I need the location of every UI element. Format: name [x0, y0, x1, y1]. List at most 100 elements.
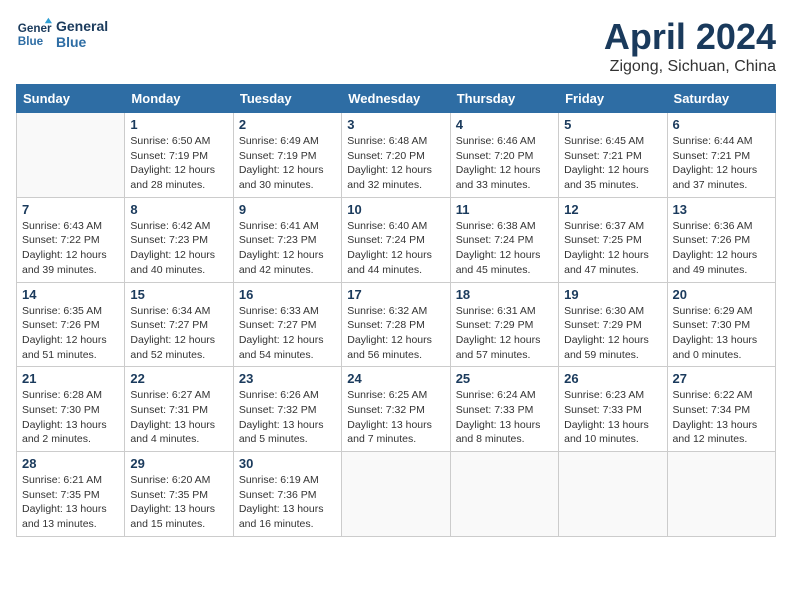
day-info: Sunrise: 6:32 AMSunset: 7:28 PMDaylight:… — [347, 304, 444, 363]
day-info: Sunrise: 6:26 AMSunset: 7:32 PMDaylight:… — [239, 388, 336, 447]
day-info: Sunrise: 6:42 AMSunset: 7:23 PMDaylight:… — [130, 219, 227, 278]
day-cell: 3 Sunrise: 6:48 AMSunset: 7:20 PMDaylight… — [342, 113, 450, 198]
calendar-table: SundayMondayTuesdayWednesdayThursdayFrid… — [16, 84, 776, 537]
day-cell — [450, 452, 558, 537]
day-cell — [559, 452, 667, 537]
day-info: Sunrise: 6:48 AMSunset: 7:20 PMDaylight:… — [347, 134, 444, 193]
day-info: Sunrise: 6:43 AMSunset: 7:22 PMDaylight:… — [22, 219, 119, 278]
day-cell: 20 Sunrise: 6:29 AMSunset: 7:30 PMDayligh… — [667, 282, 775, 367]
day-cell: 22 Sunrise: 6:27 AMSunset: 7:31 PMDayligh… — [125, 367, 233, 452]
day-info: Sunrise: 6:49 AMSunset: 7:19 PMDaylight:… — [239, 134, 336, 193]
col-header-wednesday: Wednesday — [342, 85, 450, 113]
day-info: Sunrise: 6:25 AMSunset: 7:32 PMDaylight:… — [347, 388, 444, 447]
svg-text:General: General — [18, 22, 52, 35]
day-number: 22 — [130, 371, 227, 386]
day-number: 10 — [347, 202, 444, 217]
day-cell — [17, 113, 125, 198]
day-info: Sunrise: 6:20 AMSunset: 7:35 PMDaylight:… — [130, 473, 227, 532]
day-number: 21 — [22, 371, 119, 386]
day-cell: 12 Sunrise: 6:37 AMSunset: 7:25 PMDayligh… — [559, 197, 667, 282]
day-info: Sunrise: 6:24 AMSunset: 7:33 PMDaylight:… — [456, 388, 553, 447]
day-number: 29 — [130, 456, 227, 471]
day-cell — [667, 452, 775, 537]
week-row-4: 21 Sunrise: 6:28 AMSunset: 7:30 PMDayligh… — [17, 367, 776, 452]
day-cell: 15 Sunrise: 6:34 AMSunset: 7:27 PMDayligh… — [125, 282, 233, 367]
day-cell: 24 Sunrise: 6:25 AMSunset: 7:32 PMDayligh… — [342, 367, 450, 452]
day-number: 3 — [347, 117, 444, 132]
day-info: Sunrise: 6:27 AMSunset: 7:31 PMDaylight:… — [130, 388, 227, 447]
day-number: 1 — [130, 117, 227, 132]
day-number: 8 — [130, 202, 227, 217]
day-cell: 5 Sunrise: 6:45 AMSunset: 7:21 PMDaylight… — [559, 113, 667, 198]
col-header-monday: Monday — [125, 85, 233, 113]
logo-general: General — [56, 18, 108, 34]
day-cell: 4 Sunrise: 6:46 AMSunset: 7:20 PMDaylight… — [450, 113, 558, 198]
day-number: 16 — [239, 287, 336, 302]
day-cell: 16Sunrise: 6:33 AMSunset: 7:27 PMDayligh… — [233, 282, 341, 367]
day-cell: 17 Sunrise: 6:32 AMSunset: 7:28 PMDayligh… — [342, 282, 450, 367]
day-cell: 7 Sunrise: 6:43 AMSunset: 7:22 PMDaylight… — [17, 197, 125, 282]
day-number: 23 — [239, 371, 336, 386]
title-block: April 2024 Zigong, Sichuan, China — [604, 16, 776, 76]
day-info: Sunrise: 6:36 AMSunset: 7:26 PMDaylight:… — [673, 219, 770, 278]
day-number: 30 — [239, 456, 336, 471]
month-title: April 2024 — [604, 16, 776, 58]
col-header-tuesday: Tuesday — [233, 85, 341, 113]
day-cell: 14Sunrise: 6:35 AMSunset: 7:26 PMDayligh… — [17, 282, 125, 367]
col-header-saturday: Saturday — [667, 85, 775, 113]
day-number: 12 — [564, 202, 661, 217]
day-cell: 27Sunrise: 6:22 AMSunset: 7:34 PMDayligh… — [667, 367, 775, 452]
header-row: SundayMondayTuesdayWednesdayThursdayFrid… — [17, 85, 776, 113]
day-cell: 1Sunrise: 6:50 AMSunset: 7:19 PMDaylight… — [125, 113, 233, 198]
day-number: 7 — [22, 202, 119, 217]
day-number: 25 — [456, 371, 553, 386]
day-number: 17 — [347, 287, 444, 302]
day-cell: 21 Sunrise: 6:28 AMSunset: 7:30 PMDayligh… — [17, 367, 125, 452]
day-cell: 25 Sunrise: 6:24 AMSunset: 7:33 PMDayligh… — [450, 367, 558, 452]
day-cell: 6Sunrise: 6:44 AMSunset: 7:21 PMDaylight… — [667, 113, 775, 198]
day-number: 15 — [130, 287, 227, 302]
day-info: Sunrise: 6:44 AMSunset: 7:21 PMDaylight:… — [673, 134, 770, 193]
logo-blue: Blue — [56, 34, 108, 50]
day-number: 26 — [564, 371, 661, 386]
day-number: 11 — [456, 202, 553, 217]
day-number: 28 — [22, 456, 119, 471]
day-cell: 13 Sunrise: 6:36 AMSunset: 7:26 PMDayligh… — [667, 197, 775, 282]
day-cell: 30 Sunrise: 6:19 AMSunset: 7:36 PMDayligh… — [233, 452, 341, 537]
day-info: Sunrise: 6:46 AMSunset: 7:20 PMDaylight:… — [456, 134, 553, 193]
day-info: Sunrise: 6:38 AMSunset: 7:24 PMDaylight:… — [456, 219, 553, 278]
day-number: 9 — [239, 202, 336, 217]
location-subtitle: Zigong, Sichuan, China — [604, 58, 776, 76]
day-info: Sunrise: 6:40 AMSunset: 7:24 PMDaylight:… — [347, 219, 444, 278]
week-row-1: 1Sunrise: 6:50 AMSunset: 7:19 PMDaylight… — [17, 113, 776, 198]
logo-icon: General Blue — [16, 16, 52, 52]
day-cell: 8 Sunrise: 6:42 AMSunset: 7:23 PMDaylight… — [125, 197, 233, 282]
day-info: Sunrise: 6:28 AMSunset: 7:30 PMDaylight:… — [22, 388, 119, 447]
day-info: Sunrise: 6:23 AMSunset: 7:33 PMDaylight:… — [564, 388, 661, 447]
day-number: 5 — [564, 117, 661, 132]
day-cell: 29 Sunrise: 6:20 AMSunset: 7:35 PMDayligh… — [125, 452, 233, 537]
day-number: 19 — [564, 287, 661, 302]
day-info: Sunrise: 6:30 AMSunset: 7:29 PMDaylight:… — [564, 304, 661, 363]
day-info: Sunrise: 6:34 AMSunset: 7:27 PMDaylight:… — [130, 304, 227, 363]
svg-text:Blue: Blue — [18, 35, 44, 48]
day-cell: 9 Sunrise: 6:41 AMSunset: 7:23 PMDaylight… — [233, 197, 341, 282]
day-info: Sunrise: 6:45 AMSunset: 7:21 PMDaylight:… — [564, 134, 661, 193]
day-info: Sunrise: 6:41 AMSunset: 7:23 PMDaylight:… — [239, 219, 336, 278]
day-info: Sunrise: 6:19 AMSunset: 7:36 PMDaylight:… — [239, 473, 336, 532]
day-info: Sunrise: 6:37 AMSunset: 7:25 PMDaylight:… — [564, 219, 661, 278]
day-cell: 11 Sunrise: 6:38 AMSunset: 7:24 PMDayligh… — [450, 197, 558, 282]
day-number: 24 — [347, 371, 444, 386]
day-number: 20 — [673, 287, 770, 302]
week-row-2: 7 Sunrise: 6:43 AMSunset: 7:22 PMDaylight… — [17, 197, 776, 282]
day-cell: 23 Sunrise: 6:26 AMSunset: 7:32 PMDayligh… — [233, 367, 341, 452]
day-cell: 18Sunrise: 6:31 AMSunset: 7:29 PMDayligh… — [450, 282, 558, 367]
day-number: 4 — [456, 117, 553, 132]
col-header-friday: Friday — [559, 85, 667, 113]
day-cell: 19 Sunrise: 6:30 AMSunset: 7:29 PMDayligh… — [559, 282, 667, 367]
day-info: Sunrise: 6:29 AMSunset: 7:30 PMDaylight:… — [673, 304, 770, 363]
day-cell: 26 Sunrise: 6:23 AMSunset: 7:33 PMDayligh… — [559, 367, 667, 452]
day-cell: 2Sunrise: 6:49 AMSunset: 7:19 PMDaylight… — [233, 113, 341, 198]
day-cell: 28Sunrise: 6:21 AMSunset: 7:35 PMDayligh… — [17, 452, 125, 537]
day-number: 13 — [673, 202, 770, 217]
